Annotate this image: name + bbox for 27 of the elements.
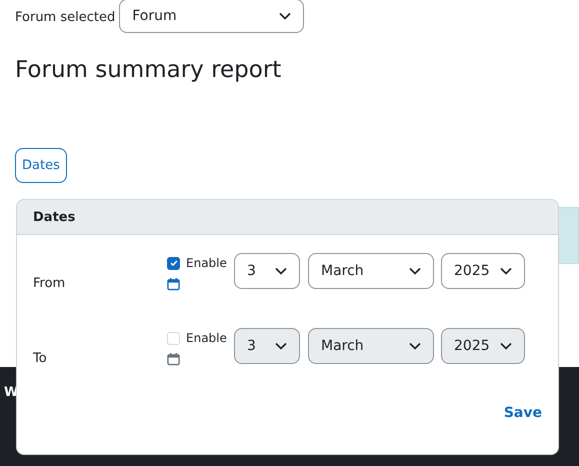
forum-selected-label: Forum selected bbox=[15, 10, 116, 24]
calendar-icon[interactable] bbox=[167, 277, 180, 291]
chevron-down-icon bbox=[500, 267, 512, 275]
day-select[interactable]: 3 bbox=[234, 253, 300, 289]
enable-label: Enable bbox=[186, 331, 227, 345]
year-select[interactable]: 2025 bbox=[441, 253, 525, 289]
date-label: To bbox=[33, 351, 48, 366]
enable-checkbox[interactable] bbox=[167, 256, 180, 270]
dates-button[interactable]: Dates bbox=[15, 148, 67, 183]
year-select[interactable]: 2025 bbox=[441, 328, 525, 364]
chevron-down-icon bbox=[500, 342, 512, 350]
chevron-down-icon bbox=[409, 267, 421, 275]
check-icon bbox=[168, 258, 178, 268]
chevron-down-icon bbox=[275, 267, 287, 275]
calendar-icon[interactable] bbox=[167, 352, 180, 366]
save-button[interactable]: Save bbox=[504, 405, 542, 421]
forum-select[interactable]: Forum bbox=[119, 0, 304, 33]
date-label: From bbox=[33, 276, 66, 291]
enable-label: Enable bbox=[186, 256, 227, 270]
month-select[interactable]: March bbox=[308, 253, 434, 289]
month-select[interactable]: March bbox=[308, 328, 434, 364]
chevron-down-icon bbox=[279, 12, 292, 20]
chevron-down-icon bbox=[409, 342, 421, 350]
popover-title: Dates bbox=[33, 210, 76, 224]
chevron-down-icon bbox=[275, 342, 287, 350]
page-title: Forum summary report bbox=[15, 56, 282, 85]
day-select[interactable]: 3 bbox=[234, 328, 300, 364]
